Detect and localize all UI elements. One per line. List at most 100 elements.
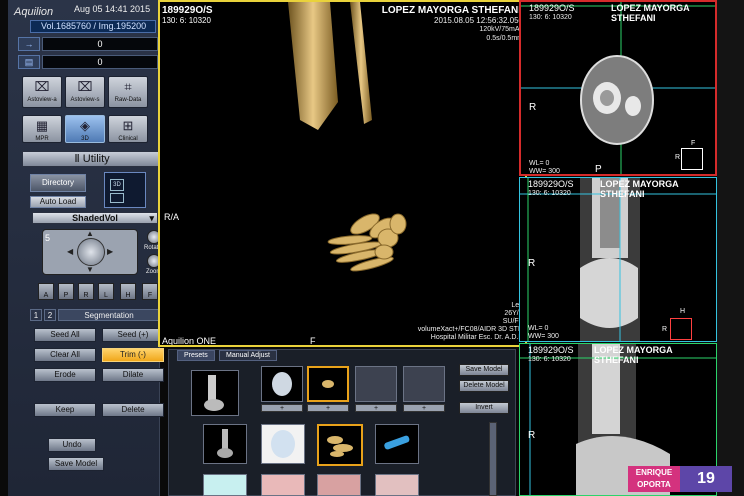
- axis-button-p[interactable]: P: [58, 283, 74, 300]
- segmentation-title: Segmentation: [58, 309, 160, 321]
- undo-button[interactable]: Undo: [48, 438, 96, 452]
- arrow-left-icon[interactable]: ◀: [67, 247, 73, 256]
- save-model-preset-button[interactable]: Save Model: [459, 364, 509, 376]
- series-number: 130: 6: 10320: [528, 190, 571, 197]
- gallery-item[interactable]: [203, 474, 247, 496]
- add-preset-button[interactable]: +: [307, 404, 349, 412]
- 3d-layout-icon: 3D: [110, 179, 124, 191]
- storage-icon[interactable]: ▤: [18, 55, 40, 69]
- gallery-item[interactable]: [375, 424, 419, 464]
- patient-id: 189929O/S: [528, 179, 574, 189]
- arrow-right-icon[interactable]: ▶: [107, 247, 113, 256]
- directory-button[interactable]: Directory: [30, 174, 86, 192]
- delete-model-button[interactable]: Delete Model: [459, 380, 509, 392]
- gallery-item[interactable]: [261, 474, 305, 496]
- preset-slot[interactable]: [261, 366, 303, 402]
- scan-icon: ⌧: [34, 79, 50, 94]
- presets-panel: Presets Manual Adjust + + + + Save Model…: [168, 349, 516, 496]
- brand-logo: Aquilion: [14, 6, 54, 18]
- astoview-s-button[interactable]: ⌧ Astoview-s: [65, 76, 105, 108]
- orientation-left: R: [528, 430, 536, 441]
- patient-name: LOPEZ MAYORGA STHEFANI: [600, 179, 679, 199]
- counter-row-2: ▤ 0: [18, 55, 158, 69]
- seed-plus-button[interactable]: Seed (+): [102, 328, 164, 342]
- patient-id: 189929O/S: [529, 3, 575, 13]
- tab-presets[interactable]: Presets: [177, 350, 215, 361]
- watermark-name: ENRIQUE OPORTA: [628, 466, 680, 492]
- tab-2[interactable]: 2: [44, 309, 56, 321]
- add-preset-button[interactable]: +: [355, 404, 397, 412]
- fibula-bone: [350, 2, 372, 124]
- cube-label: R: [675, 154, 681, 161]
- 3d-viewport[interactable]: 189929O/S 130: 6: 10320 LOPEZ MAYORGA ST…: [158, 0, 527, 347]
- preset-slot-empty[interactable]: [403, 366, 445, 402]
- series-number: 130: 6: 10320: [529, 14, 572, 21]
- preset-slot-selected[interactable]: [307, 366, 349, 402]
- delete-button[interactable]: Delete: [102, 403, 164, 417]
- trim-minus-button[interactable]: Trim (-): [102, 348, 164, 362]
- keep-button[interactable]: Keep: [34, 403, 96, 417]
- counter-value: 0: [42, 37, 158, 51]
- counter-value: 0: [42, 55, 158, 69]
- foot-bones: [327, 213, 407, 272]
- data-icon: ⌗: [124, 79, 132, 94]
- add-preset-button[interactable]: +: [403, 404, 445, 412]
- transfer-icon[interactable]: →: [18, 37, 40, 51]
- watermark-logo: ENRIQUE OPORTA 19: [628, 466, 732, 492]
- channel-logo: 19: [680, 466, 732, 492]
- datetime-label: Aug 05 14:41 2015: [74, 4, 151, 14]
- auto-load-button[interactable]: Auto Load: [30, 196, 86, 208]
- utility-button[interactable]: Ⅱ Utility: [22, 151, 162, 167]
- control-panel: Aquilion Aug 05 14:41 2015 Vol.1685760 /…: [8, 0, 164, 496]
- info-line: Hospital Militar Esc. Dr. A.D.B: [430, 334, 523, 341]
- axis-button-h[interactable]: H: [120, 283, 136, 300]
- gallery-item[interactable]: [317, 474, 361, 496]
- layout-selector[interactable]: 3D: [104, 172, 146, 208]
- gallery-item[interactable]: [261, 424, 305, 464]
- gallery-item[interactable]: [203, 424, 247, 464]
- add-preset-button[interactable]: +: [261, 404, 303, 412]
- axis-button-f[interactable]: F: [142, 283, 158, 300]
- orientation-cube-icon: [681, 148, 703, 170]
- tab-manual-adjust[interactable]: Manual Adjust: [219, 350, 277, 361]
- axis-button-a[interactable]: A: [38, 283, 54, 300]
- mpr-button[interactable]: ▦ MPR: [22, 115, 62, 143]
- slice-thickness: 0.5s/0.5mm: [486, 35, 523, 42]
- navigation-center[interactable]: [77, 238, 105, 266]
- layout-icon: [110, 193, 124, 203]
- astoview-a-button[interactable]: ⌧ Astoview-a: [22, 76, 62, 108]
- dilate-button[interactable]: Dilate: [102, 368, 164, 382]
- chevron-down-icon: ▾: [149, 213, 154, 223]
- seed-all-button[interactable]: Seed All: [34, 328, 96, 342]
- axis-button-l[interactable]: L: [98, 283, 114, 300]
- render-mode-select[interactable]: ShadedVol ▾: [32, 212, 158, 224]
- orientation-bottom: F: [310, 336, 316, 346]
- cube-icon: ◈: [80, 118, 90, 133]
- tab-1[interactable]: 1: [30, 309, 42, 321]
- mpr-sagittal-view[interactable]: 189929O/S 130: 6: 10320 LOPEZ MAYORGA ST…: [519, 177, 717, 342]
- save-model-button[interactable]: Save Model: [48, 457, 104, 471]
- gallery-item-selected[interactable]: [317, 424, 363, 466]
- 3d-button[interactable]: ◈ 3D: [65, 115, 105, 143]
- series-number: 130: 6: 10320: [528, 356, 571, 363]
- axis-button-r[interactable]: R: [78, 283, 94, 300]
- clear-all-button[interactable]: Clear All: [34, 348, 96, 362]
- arrow-down-icon[interactable]: ▼: [86, 265, 94, 274]
- window-level: WL= 0: [529, 160, 550, 167]
- orientation-cube-icon: [670, 318, 692, 340]
- series-number: 130: 6: 10320: [162, 16, 211, 25]
- screen-bezel: [717, 0, 744, 496]
- arrow-up-icon[interactable]: ▲: [86, 229, 94, 238]
- preset-slot-empty[interactable]: [355, 366, 397, 402]
- gallery-scrollbar[interactable]: [489, 422, 497, 496]
- window-width: WW= 300: [528, 333, 559, 340]
- navigation-pad[interactable]: 5 ▲ ▼ ◀ ▶: [42, 229, 138, 275]
- invert-button[interactable]: Invert: [459, 402, 509, 414]
- patient-name: LOPEZ MAYORGA STHEFANI: [594, 345, 673, 365]
- mpr-axial-view[interactable]: 189929O/S 130: 6: 10320 LOPEZ MAYORGA ST…: [519, 0, 717, 176]
- window-width: WW= 300: [529, 168, 560, 175]
- clinical-button[interactable]: ⊞ Clinical: [108, 115, 148, 143]
- gallery-item[interactable]: [375, 474, 419, 496]
- erode-button[interactable]: Erode: [34, 368, 96, 382]
- raw-data-button[interactable]: ⌗ Raw-Data: [108, 76, 148, 108]
